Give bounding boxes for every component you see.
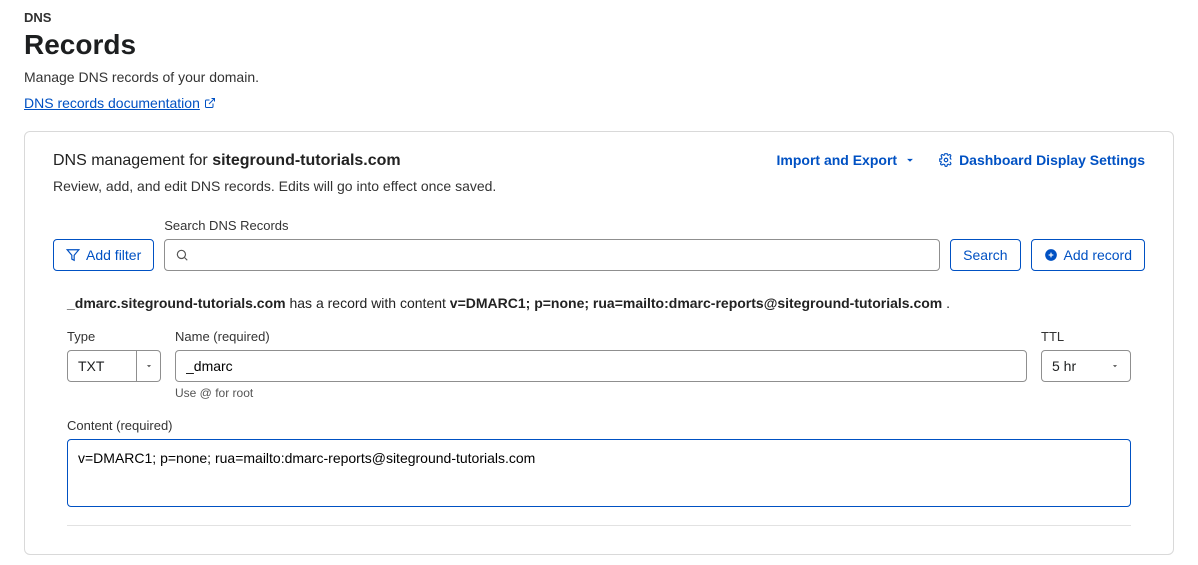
ttl-select[interactable]: 5 hr — [1041, 350, 1131, 382]
search-label: Search DNS Records — [164, 218, 940, 233]
card-title-prefix: DNS management for — [53, 152, 212, 169]
record-preview-name: _dmarc.siteground-tutorials.com — [67, 295, 286, 311]
import-export-dropdown[interactable]: Import and Export — [777, 152, 918, 168]
docs-link-label: DNS records documentation — [24, 95, 200, 111]
type-label: Type — [67, 329, 161, 344]
type-select[interactable]: TXT — [67, 350, 161, 382]
ttl-select-value: 5 hr — [1052, 358, 1076, 374]
search-button[interactable]: Search — [950, 239, 1020, 271]
external-link-icon — [204, 97, 216, 109]
name-label: Name (required) — [175, 329, 1027, 344]
page-title: Records — [24, 29, 1174, 61]
search-button-label: Search — [963, 247, 1007, 263]
dns-management-card: DNS management for siteground-tutorials.… — [24, 131, 1174, 555]
breadcrumb: DNS — [24, 10, 1174, 25]
search-input[interactable] — [197, 240, 929, 270]
type-select-caret — [137, 350, 161, 382]
card-title: DNS management for siteground-tutorials.… — [53, 152, 496, 170]
plus-circle-icon — [1044, 248, 1058, 262]
dashboard-settings-link[interactable]: Dashboard Display Settings — [939, 152, 1145, 168]
caret-down-icon — [1110, 361, 1120, 371]
import-export-label: Import and Export — [777, 152, 898, 168]
record-preview: _dmarc.siteground-tutorials.com has a re… — [67, 295, 1131, 311]
dashboard-settings-label: Dashboard Display Settings — [959, 152, 1145, 168]
type-select-value: TXT — [67, 350, 137, 382]
record-preview-trail: . — [942, 295, 950, 311]
add-record-label: Add record — [1064, 247, 1132, 263]
gear-icon — [939, 153, 953, 167]
page-description: Manage DNS records of your domain. — [24, 69, 1174, 85]
content-label: Content (required) — [67, 418, 1131, 433]
caret-down-icon — [144, 361, 154, 371]
ttl-label: TTL — [1041, 329, 1131, 344]
record-editor: _dmarc.siteground-tutorials.com has a re… — [53, 271, 1145, 526]
name-input[interactable] — [175, 350, 1027, 382]
add-filter-label: Add filter — [86, 247, 141, 263]
name-hint: Use @ for root — [175, 386, 1027, 400]
card-title-domain: siteground-tutorials.com — [212, 152, 400, 169]
docs-link[interactable]: DNS records documentation — [24, 95, 216, 111]
filter-icon — [66, 248, 80, 262]
card-subtitle: Review, add, and edit DNS records. Edits… — [53, 178, 496, 194]
record-preview-mid: has a record with content — [286, 295, 450, 311]
search-box[interactable] — [164, 239, 940, 271]
divider — [67, 525, 1131, 526]
content-textarea[interactable] — [67, 439, 1131, 507]
add-record-button[interactable]: Add record — [1031, 239, 1145, 271]
search-icon — [175, 248, 189, 262]
add-filter-button[interactable]: Add filter — [53, 239, 154, 271]
caret-down-icon — [903, 153, 917, 167]
record-preview-content: v=DMARC1; p=none; rua=mailto:dmarc-repor… — [450, 295, 942, 311]
